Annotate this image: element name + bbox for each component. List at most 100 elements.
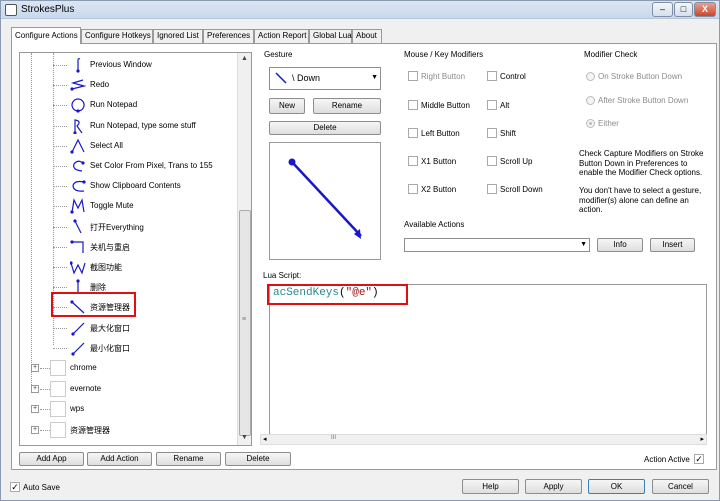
modifier-checkbox[interactable] [408,100,418,110]
app-icon [5,4,17,16]
ok-button[interactable]: OK [588,479,645,494]
close-button[interactable]: X [694,2,716,17]
tab-configure-hotkeys[interactable]: Configure Hotkeys [81,29,153,43]
scroll-right-arrow[interactable]: ▸ [700,435,704,443]
gesture-circle-icon [71,98,85,113]
tree-action-item[interactable]: 最大化窗口 [20,318,236,338]
tree-action-item[interactable]: Set Color From Pixel, Trans to 155 [20,156,236,176]
gesture-curve-up-icon [76,58,81,73]
scroll-up-arrow[interactable]: ▲ [241,55,248,62]
tree-action-item[interactable]: Show Clipboard Contents [20,176,236,196]
tree-action-label: Redo [90,80,110,90]
tree-action-item[interactable]: 最小化窗口 [20,338,236,358]
scroll-left-arrow[interactable]: ◂ [263,435,267,443]
tree-action-item[interactable]: Run Notepad [20,95,236,115]
scroll-down-arrow[interactable]: ▼ [241,434,248,441]
tree-action-item[interactable]: Previous Window [20,55,236,75]
insert-button[interactable]: Insert [650,238,695,252]
expand-plus-icon[interactable]: + [31,425,39,434]
modifier-checkbox[interactable] [408,184,418,194]
modifier-checkbox[interactable] [408,128,418,138]
info-button[interactable]: Info [597,238,643,252]
tree-action-item[interactable]: 截图功能 [20,257,236,277]
apply-button[interactable]: Apply [525,479,582,494]
scroll-thumb[interactable]: ≡ [239,210,251,436]
tree-action-item[interactable]: Run Notepad, type some stuff [20,116,236,136]
tree-action-label: Run Notepad [90,100,138,110]
add-action-button[interactable]: Add Action [87,452,152,466]
tab-preferences[interactable]: Preferences [203,29,254,43]
gesture-caret-icon [70,138,85,154]
modifier-checkbox[interactable] [487,156,497,166]
tab-ignored-list[interactable]: Ignored List [153,29,203,43]
tree-action-label: Previous Window [90,60,152,69]
tree-action-item[interactable]: Select All [20,136,236,156]
tree-action-item[interactable]: 打开Everything [20,217,236,237]
gesture-stroke-drawing [288,158,362,239]
gesture-down-icon [73,218,82,233]
tree-action-label: 关机与重启 [90,242,130,252]
gesture-select[interactable]: \ Down ▼ [269,67,381,90]
tree-action-label: 最大化窗口 [90,323,130,333]
modifier-check-info: Check Capture Modifiers on Stroke Button… [579,149,704,177]
modifier-checkbox[interactable] [408,71,418,81]
tab-action-report[interactable]: Action Report [254,29,309,43]
tree-app-group[interactable]: + wps [20,399,236,419]
delete-action-button[interactable]: Delete [225,452,291,466]
radio-after-stroke-button-down[interactable] [586,96,595,105]
lua-script-editor[interactable]: acSendKeys("@e") [269,284,707,444]
minimize-button[interactable]: – [652,2,673,17]
modifier-checkbox[interactable] [487,100,497,110]
tree-action-label: Toggle Mute [90,201,134,211]
tree-action-item[interactable]: Toggle Mute [20,196,236,216]
maximize-button[interactable]: □ [674,2,693,17]
radio-on-stroke-button-down[interactable] [586,72,595,81]
action-tree[interactable]: Previous Window Redo Run Notepad Run Notepa… [19,52,252,446]
tree-group-label: evernote [70,383,102,393]
action-active-checkbox[interactable]: ✓ [694,454,704,464]
new-gesture-button[interactable]: New [269,98,305,114]
lua-horizontal-scrollbar[interactable]: ◂ III ▸ [260,434,707,445]
modifier-label: Scroll Down [500,185,543,194]
tree-action-label: Set Color From Pixel, Trans to 155 [90,161,213,170]
tree-app-group[interactable]: + 资源管理器 [20,420,236,440]
available-actions-label: Available Actions [403,220,466,229]
tab-about[interactable]: About [352,29,382,43]
tree-action-label: 截图功能 [90,263,122,272]
tree-action-label: Run Notepad, type some stuff [90,120,196,130]
tree-action-item[interactable]: 关机与重启 [20,237,236,257]
available-actions-select[interactable]: ▼ [404,238,590,252]
tree-app-group[interactable]: + chrome [20,358,236,378]
title-bar: StrokesPlus – □ X [1,1,719,19]
rename-gesture-button[interactable]: Rename [313,98,381,114]
gesture-w-icon [70,261,86,275]
help-button[interactable]: Help [462,479,519,494]
auto-save-label: Auto Save [23,483,60,492]
app-icon-placeholder [50,360,66,376]
rename-action-button[interactable]: Rename [156,452,221,466]
add-app-button[interactable]: Add App [19,452,84,466]
gesture-c-arc-icon [72,180,86,192]
modifier-checkbox[interactable] [487,184,497,194]
gesture-preview-icon [275,72,287,84]
tab-configure-actions[interactable]: Configure Actions [11,27,81,44]
delete-gesture-button[interactable]: Delete [269,121,381,135]
expand-plus-icon[interactable]: + [31,364,39,372]
tree-app-group[interactable]: + evernote [20,379,236,399]
modifier-checkbox[interactable] [408,156,418,166]
tree-group-label: wps [70,404,85,413]
auto-save-checkbox[interactable]: ✓ [10,482,20,492]
tree-action-item[interactable]: Redo [20,75,236,95]
tab-global-lua[interactable]: Global Lua [309,29,352,43]
modifier-label: Left Button [421,129,460,138]
app-icon-placeholder [50,380,66,397]
modifier-checkbox[interactable] [487,128,497,138]
modifier-checkbox[interactable] [487,71,497,81]
gesture-preview-canvas [269,142,381,260]
expand-plus-icon[interactable]: + [31,384,39,393]
expand-plus-icon[interactable]: + [31,405,39,413]
radio-either[interactable] [586,119,595,128]
tree-scrollbar[interactable]: ▲ ≡ ▼ [237,53,251,445]
cancel-button[interactable]: Cancel [652,479,709,494]
gesture-zigzag-icon [70,79,86,91]
